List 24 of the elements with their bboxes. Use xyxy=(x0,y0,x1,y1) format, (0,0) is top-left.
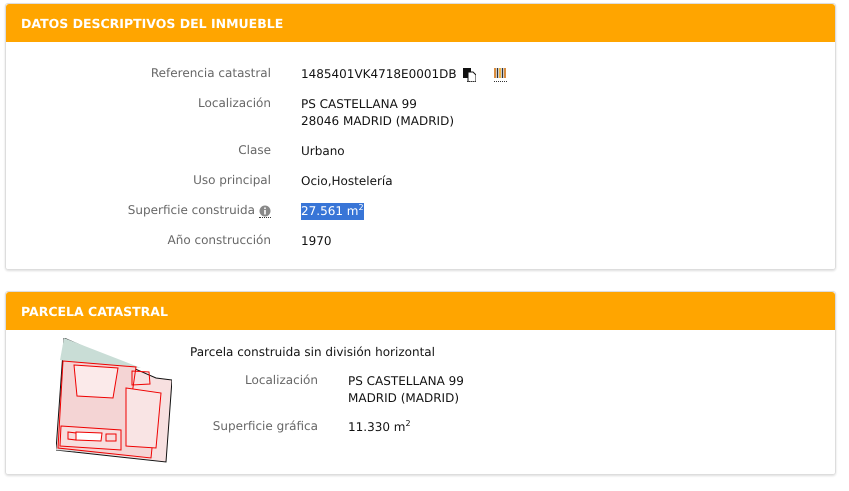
field-value: 27.561 m$^{2}$ xyxy=(301,203,364,220)
barcode-icon[interactable] xyxy=(494,68,507,82)
field-value: PS CASTELLANA 99 xyxy=(348,373,464,390)
field-label: Localización xyxy=(245,373,318,387)
field-label: Clase xyxy=(238,143,271,157)
field-label: Superficie gráfica xyxy=(212,419,318,433)
field-label: Referencia catastral xyxy=(150,66,271,80)
field-value: 28046 MADRID (MADRID) xyxy=(301,113,454,130)
info-icon[interactable] xyxy=(259,205,271,218)
field-label: Superficie construida xyxy=(128,203,255,217)
panel-header: PARCELA CATASTRAL xyxy=(6,292,835,330)
panel-header: DATOS DESCRIPTIVOS DEL INMUEBLE xyxy=(6,4,835,42)
field-value: Ocio,Hostelería xyxy=(301,173,393,190)
copy-icon[interactable] xyxy=(462,68,476,82)
field-value: 11.330 m$^{2}$ xyxy=(348,419,411,436)
field-label: Año construcción xyxy=(168,233,271,247)
field-value: 1970 xyxy=(301,233,332,250)
field-label: Localización xyxy=(198,96,271,110)
field-value: MADRID (MADRID) xyxy=(348,390,460,407)
field-value: Urbano xyxy=(301,143,345,160)
field-value: 1485401VK4718E0001DB xyxy=(301,66,457,83)
field-value: PS CASTELLANA 99 xyxy=(301,96,417,113)
field-label: Uso principal xyxy=(193,173,271,187)
parcel-description: Parcela construida sin división horizontal xyxy=(190,345,436,359)
